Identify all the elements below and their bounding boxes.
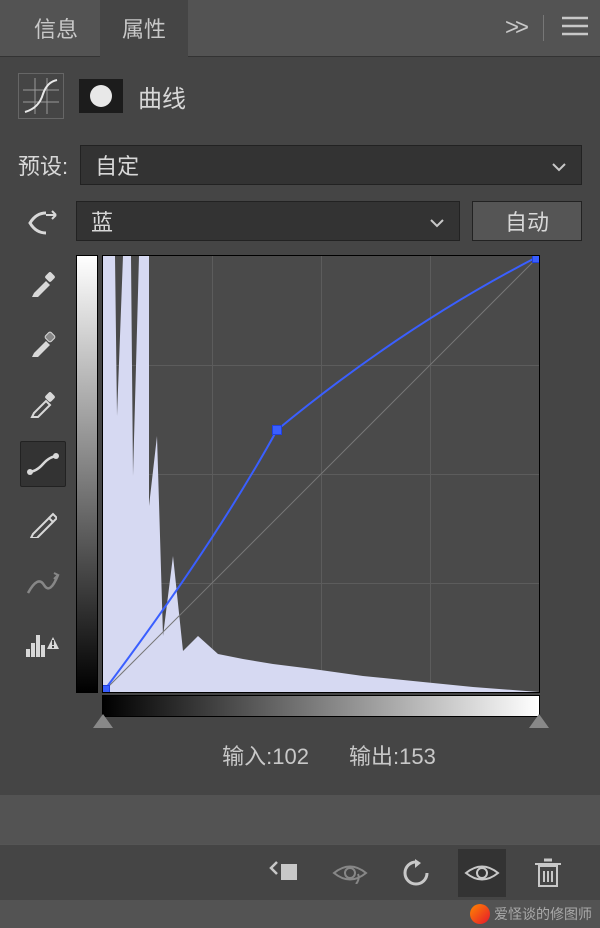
watermark: 爱怪谈的修图师: [470, 904, 592, 924]
input-readout: 输入:102: [222, 739, 309, 771]
tool-column: [18, 201, 68, 787]
eyedropper-gray-tool[interactable]: [20, 321, 66, 367]
reset-icon[interactable]: [392, 849, 440, 897]
preset-dropdown[interactable]: 自定: [80, 145, 582, 185]
panel-menu-icon[interactable]: [562, 16, 588, 41]
weibo-icon: [470, 904, 490, 924]
delete-icon[interactable]: [524, 849, 572, 897]
curve-point-white[interactable]: [532, 255, 540, 263]
clip-warning-tool[interactable]: [20, 621, 66, 667]
panel-tabs: 信息 属性 >>: [0, 0, 600, 56]
auto-button[interactable]: 自动: [472, 201, 582, 241]
pencil-tool[interactable]: [20, 501, 66, 547]
channel-value: 蓝: [91, 205, 113, 237]
toggle-visibility-icon[interactable]: [458, 849, 506, 897]
eyedropper-white-tool[interactable]: [20, 381, 66, 427]
tab-info[interactable]: 信息: [12, 0, 100, 58]
chevron-down-icon: [429, 208, 445, 234]
curve-path: [103, 256, 539, 692]
curve-graph[interactable]: [102, 255, 540, 693]
curve-editor: [76, 255, 582, 717]
output-gradient: [76, 255, 98, 693]
clip-to-layer-icon[interactable]: [260, 849, 308, 897]
chevron-down-icon: [551, 152, 567, 178]
black-point-slider[interactable]: [93, 714, 113, 728]
bottom-bar: [0, 844, 600, 900]
curve-point-black[interactable]: [102, 685, 110, 693]
white-point-slider[interactable]: [529, 714, 549, 728]
channel-dropdown[interactable]: 蓝: [76, 201, 460, 241]
panel-body: 曲线 预设: 自定: [0, 56, 600, 795]
separator: [543, 15, 544, 41]
eyedropper-black-tool[interactable]: [20, 261, 66, 307]
targeted-adjustment-tool[interactable]: [20, 201, 66, 247]
curve-edit-tool[interactable]: [20, 441, 66, 487]
mask-icon[interactable]: [78, 73, 124, 119]
tab-properties[interactable]: 属性: [100, 0, 188, 58]
adjustment-curves-icon[interactable]: [18, 73, 64, 119]
collapse-icon[interactable]: >>: [505, 14, 525, 42]
adjustment-title: 曲线: [138, 79, 186, 114]
view-previous-icon[interactable]: [326, 849, 374, 897]
smooth-tool[interactable]: [20, 561, 66, 607]
preset-value: 自定: [95, 149, 139, 181]
input-gradient: [102, 695, 540, 717]
curve-point-mid[interactable]: [272, 425, 282, 435]
preset-label: 预设:: [18, 149, 68, 181]
output-readout: 输出:153: [349, 739, 436, 771]
